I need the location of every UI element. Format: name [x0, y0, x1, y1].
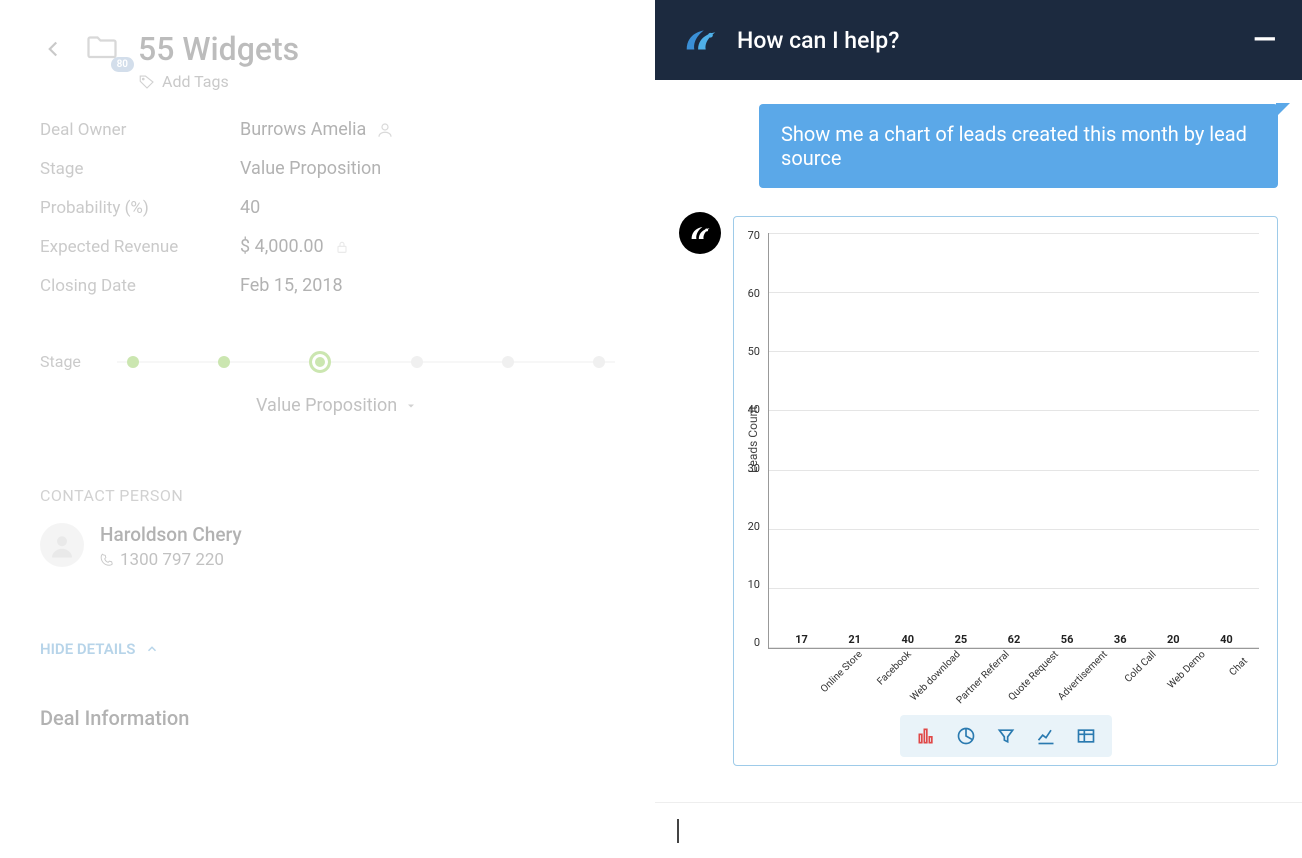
- person-icon: [376, 121, 394, 139]
- chevron-up-icon: [145, 642, 159, 656]
- field-value-owner[interactable]: Burrows Amelia: [240, 119, 394, 140]
- input-cursor: [677, 819, 679, 843]
- stage-dot[interactable]: [593, 356, 605, 368]
- contact-name[interactable]: Haroldson Chery: [100, 523, 242, 546]
- chart-y-ticks: 706050403020100: [734, 229, 760, 649]
- chart-bar[interactable]: 40: [888, 633, 928, 648]
- stage-dot[interactable]: [127, 356, 139, 368]
- chart-bar[interactable]: 56: [1047, 633, 1087, 648]
- contact-heading: CONTACT PERSON: [40, 486, 615, 505]
- chevron-down-icon: [405, 400, 417, 412]
- assistant-header: How can I help? —: [655, 0, 1302, 80]
- chart-x-tick: Web Demo: [1171, 649, 1207, 685]
- add-tags-label: Add Tags: [162, 72, 229, 91]
- field-label-stage: Stage: [40, 159, 240, 179]
- stage-dropdown[interactable]: Value Proposition: [256, 395, 615, 416]
- avatar-icon: [47, 530, 77, 560]
- field-label-revenue: Expected Revenue: [40, 237, 240, 257]
- contact-avatar[interactable]: [40, 523, 84, 567]
- zia-avatar-icon: [688, 221, 712, 245]
- chart-bar[interactable]: 20: [1153, 633, 1193, 648]
- chart-x-labels: Online StoreFacebookWeb downloadPartner …: [806, 649, 1259, 660]
- chart-card: Leads Count 706050403020100 172140256256…: [733, 216, 1278, 766]
- line-chart-icon: [1036, 726, 1056, 746]
- assistant-panel: How can I help? — Show me a chart of lea…: [655, 0, 1302, 858]
- table-icon: [1076, 726, 1096, 746]
- back-arrow-icon[interactable]: [40, 36, 66, 62]
- chart-bar[interactable]: 36: [1100, 633, 1140, 648]
- field-value-revenue[interactable]: $ 4,000.00: [240, 236, 350, 257]
- stage-stepper[interactable]: [117, 361, 615, 363]
- deal-title: 55 Widgets: [138, 30, 299, 68]
- filter-button[interactable]: [988, 721, 1024, 751]
- chart-x-tick: Advertisement: [1073, 649, 1109, 685]
- stage-dot-current[interactable]: [309, 351, 331, 373]
- stage-dot[interactable]: [411, 356, 423, 368]
- zia-logo-icon: [681, 21, 719, 59]
- chart-bar[interactable]: 21: [835, 633, 875, 648]
- chart-bar[interactable]: 25: [941, 633, 981, 648]
- minimize-button[interactable]: —: [1253, 35, 1276, 45]
- zia-avatar: [679, 212, 721, 254]
- bar-chart-icon: [916, 726, 936, 746]
- pie-chart-button[interactable]: [948, 721, 984, 751]
- user-message-bubble: Show me a chart of leads created this mo…: [759, 104, 1278, 188]
- table-button[interactable]: [1068, 721, 1104, 751]
- field-value-closing[interactable]: Feb 15, 2018: [240, 275, 343, 296]
- chart-toolbar: [900, 715, 1112, 757]
- assistant-input[interactable]: [655, 802, 1302, 858]
- chart-x-tick: Chat: [1220, 649, 1256, 685]
- chart-bar[interactable]: 40: [1206, 633, 1246, 648]
- assistant-title: How can I help?: [737, 27, 1235, 54]
- field-label-owner: Deal Owner: [40, 120, 240, 140]
- chart-x-tick: Online Store: [828, 649, 864, 685]
- field-label-probability: Probability (%): [40, 198, 240, 218]
- lock-icon: [334, 239, 350, 255]
- line-chart-button[interactable]: [1028, 721, 1064, 751]
- chart-bar[interactable]: 62: [994, 633, 1034, 648]
- field-value-stage[interactable]: Value Proposition: [240, 158, 381, 179]
- chat-area: Show me a chart of leads created this mo…: [655, 80, 1302, 802]
- phone-icon: [100, 553, 114, 567]
- stage-stepper-label: Stage: [40, 352, 81, 371]
- stage-dot[interactable]: [218, 356, 230, 368]
- stage-dot[interactable]: [502, 356, 514, 368]
- field-label-closing: Closing Date: [40, 276, 240, 296]
- chart-bar[interactable]: 17: [782, 633, 822, 648]
- deal-badge: 80: [111, 57, 134, 72]
- tag-icon: [138, 73, 156, 91]
- deal-info-heading: Deal Information: [40, 706, 615, 730]
- field-value-probability[interactable]: 40: [240, 197, 260, 218]
- chart-x-tick: Partner Referral: [975, 649, 1011, 685]
- chart-x-tick: Web download: [926, 649, 962, 685]
- add-tags-button[interactable]: Add Tags: [138, 72, 299, 91]
- chart-x-tick: Facebook: [877, 649, 913, 685]
- hide-details-toggle[interactable]: HIDE DETAILS: [40, 640, 615, 658]
- chart-x-tick: Cold Call: [1122, 649, 1158, 685]
- pie-chart-icon: [956, 726, 976, 746]
- contact-phone[interactable]: 1300 797 220: [100, 550, 242, 570]
- chart-x-tick: Quote Request: [1024, 649, 1060, 685]
- filter-icon: [996, 726, 1016, 746]
- deal-folder-icon: 80: [80, 30, 124, 66]
- bar-chart-button[interactable]: [908, 721, 944, 751]
- deal-detail-panel: 80 55 Widgets Add Tags Deal Owner Burrow…: [0, 0, 655, 858]
- chart-plot-area: 17 21 40 25 62 56 36 20 40: [768, 233, 1259, 649]
